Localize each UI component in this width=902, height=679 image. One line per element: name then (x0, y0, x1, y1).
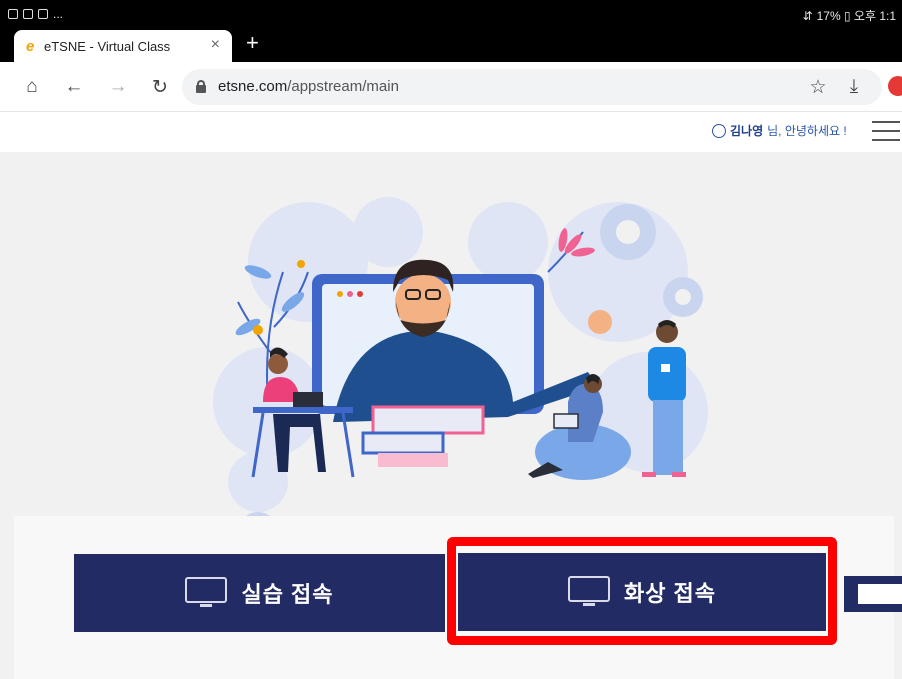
notification-icon (23, 9, 33, 19)
url-path: /appstream/main (287, 78, 399, 95)
status-text: 17% ▯ 오후 1:1 (816, 9, 896, 23)
wifi-icon: ⇵ (802, 8, 813, 23)
tab-title: eTSNE - Virtual Class (44, 39, 171, 54)
extension-icon[interactable] (888, 76, 902, 96)
smile-icon (712, 123, 726, 138)
home-icon[interactable]: ⌂ (20, 75, 44, 99)
practice-access-label: 실습 접속 (241, 582, 334, 607)
status-bar: ... ⇵ 17% ▯ 오후 1:1 (0, 0, 902, 28)
hamburger-menu-icon[interactable] (872, 121, 900, 141)
url-domain: etsne.com (218, 78, 288, 95)
monitor-icon (567, 576, 610, 608)
virtual-class-illustration (213, 197, 708, 516)
forward-icon[interactable]: → (106, 75, 130, 99)
side-panel-tab[interactable] (844, 576, 902, 612)
reload-icon[interactable]: ↻ (148, 75, 172, 99)
page-header: 김나영 님, 안녕하세요 ! (0, 112, 902, 152)
more-notifications: ... (53, 7, 64, 21)
browser-toolbar: ⌂ ← → ↻ etsne.com/appstream/main ☆ ⤓ (0, 62, 902, 112)
favicon-icon: e (26, 38, 35, 55)
browser-tab[interactable]: e eTSNE - Virtual Class × (14, 30, 232, 62)
user-greeting: 김나영 님, 안녕하세요 ! (712, 122, 847, 139)
notification-icon (8, 9, 18, 19)
greeting-text: 님, 안녕하세요 ! (767, 124, 847, 138)
download-icon[interactable]: ⤓ (842, 75, 866, 99)
back-icon[interactable]: ← (62, 75, 86, 99)
address-bar[interactable]: etsne.com/appstream/main (182, 69, 882, 105)
video-access-label: 화상 접속 (623, 581, 717, 606)
hero-illustration (8, 152, 902, 517)
close-tab-icon[interactable]: × (211, 36, 220, 54)
lock-icon (196, 80, 206, 93)
video-access-button[interactable]: 화상 접속 (458, 553, 826, 631)
gallery-icon (38, 9, 48, 19)
practice-access-button[interactable]: 실습 접속 (74, 554, 445, 632)
monitor-icon (185, 577, 228, 609)
user-name: 김나영 (730, 124, 764, 138)
new-tab-button[interactable]: + (246, 32, 259, 54)
bookmark-star-icon[interactable]: ☆ (806, 75, 830, 99)
url-text[interactable]: etsne.com/appstream/main (218, 78, 399, 95)
tab-strip: e eTSNE - Virtual Class × + (0, 28, 902, 62)
